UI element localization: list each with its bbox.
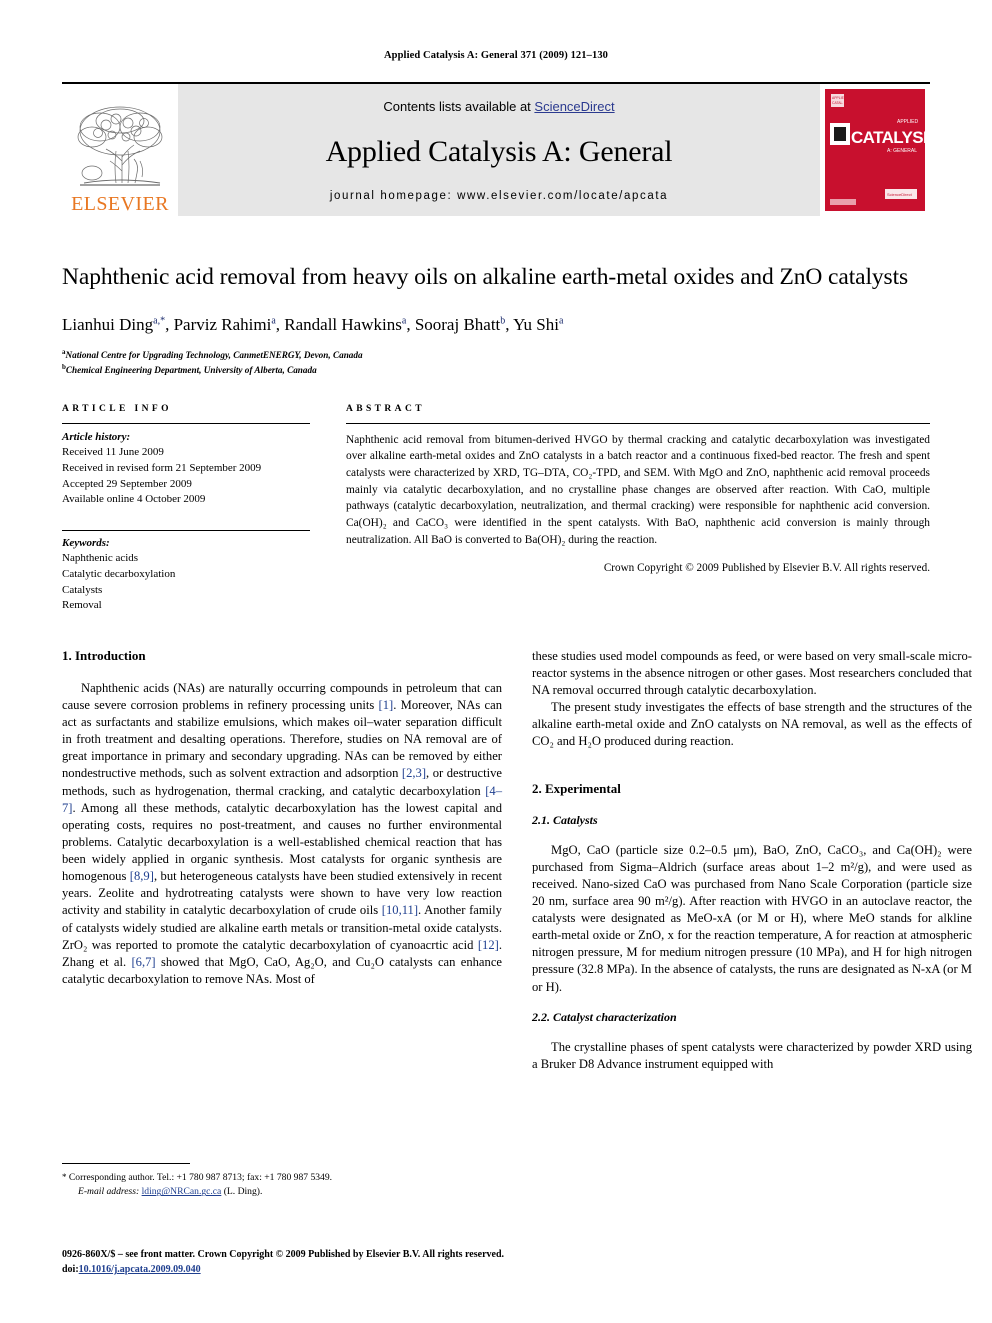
email-address-label: E-mail address: bbox=[78, 1186, 140, 1198]
journal-title: Applied Catalysis A: General bbox=[325, 135, 673, 168]
author-marks: a bbox=[401, 315, 407, 327]
history-item: Accepted 29 September 2009 bbox=[62, 477, 192, 490]
title-block: Naphthenic acid removal from heavy oils … bbox=[62, 262, 930, 378]
keywords-rule bbox=[62, 529, 310, 531]
citation-ref[interactable]: [12] bbox=[478, 938, 499, 952]
doi-line: doi:10.1016/j.apcata.2009.09.040 bbox=[62, 1262, 582, 1277]
svg-text:APPLIED: APPLIED bbox=[897, 119, 919, 125]
citation-ref[interactable]: [10,11] bbox=[382, 903, 418, 917]
author-marks: b bbox=[500, 315, 506, 327]
citation-ref[interactable]: [6,7] bbox=[131, 955, 155, 969]
keyword-item: Removal bbox=[62, 599, 102, 612]
affiliation-list: aNational Centre for Upgrading Technolog… bbox=[62, 347, 930, 378]
citation-ref[interactable]: [2,3] bbox=[402, 766, 426, 780]
paper-page: Applied Catalysis A: General 371 (2009) … bbox=[0, 0, 992, 1323]
section-heading-introduction: 1. Introduction bbox=[62, 647, 146, 663]
article-history-label: Article history: bbox=[62, 430, 131, 443]
corresponding-author-note: * Corresponding author. Tel.: +1 780 987… bbox=[62, 1171, 502, 1185]
intro-paragraph-1: Naphthenic acids (NAs) are naturally occ… bbox=[62, 680, 503, 986]
history-item: Received 11 June 2009 bbox=[62, 446, 164, 459]
article-info-heading: ARTICLE INFO bbox=[62, 403, 172, 414]
info-abstract-block: ARTICLE INFO Article history: Received 1… bbox=[62, 404, 930, 614]
svg-text:CATAL.: CATAL. bbox=[832, 101, 843, 105]
abstract-column: ABSTRACT Naphthenic acid removal from bi… bbox=[346, 404, 930, 614]
journal-cover-image: APPLIED CATAL. CATALYSIS APPLIED A: GENE… bbox=[825, 89, 925, 211]
svg-text:ScienceDirect: ScienceDirect bbox=[887, 192, 913, 197]
journal-masthead: ELSEVIER Contents lists available at Sci… bbox=[62, 82, 930, 216]
svg-text:APPLIED: APPLIED bbox=[832, 96, 847, 100]
keyword-item: Catalysts bbox=[62, 583, 103, 596]
running-head: Applied Catalysis A: General 371 (2009) … bbox=[383, 50, 609, 61]
footnote-star-marker: * bbox=[62, 1172, 67, 1182]
email-suffix: (L. Ding). bbox=[223, 1186, 263, 1198]
issn-copyright-line: 0926-860X/$ – see front matter. Crown Co… bbox=[62, 1249, 505, 1260]
keyword-item: Naphthenic acids bbox=[62, 552, 139, 565]
footnote-rule bbox=[62, 1163, 190, 1164]
body-columns: 1. Introduction Naphthenic acids (NAs) a… bbox=[62, 648, 972, 1118]
author-name: Randall Hawkins bbox=[284, 315, 402, 335]
catalysts-paragraph: MgO, CaO (particle size 0.2–0.5 μm), BaO… bbox=[532, 842, 972, 994]
elsevier-tree-icon bbox=[77, 106, 163, 186]
contents-available-line: Contents lists available at ScienceDirec… bbox=[383, 99, 614, 114]
contents-prefix: Contents lists available at bbox=[383, 99, 535, 114]
author-name: Sooraj Bhatt bbox=[414, 315, 501, 335]
keyword-item: Catalytic decarboxylation bbox=[62, 568, 176, 580]
author-entry: Lianhui Dinga,* bbox=[62, 315, 165, 334]
intro-paragraph-2: The present study investigates the effec… bbox=[532, 700, 972, 749]
citation-ref[interactable]: [8,9] bbox=[130, 869, 154, 883]
journal-homepage-line: journal homepage: www.elsevier.com/locat… bbox=[329, 190, 669, 202]
author-entry: Sooraj Bhattb bbox=[415, 315, 505, 334]
masthead-center: Contents lists available at ScienceDirec… bbox=[178, 84, 820, 216]
affiliation-text: National Centre for Upgrading Technology… bbox=[65, 350, 363, 361]
affiliation-item: bChemical Engineering Department, Univer… bbox=[62, 362, 930, 377]
elsevier-logo: ELSEVIER bbox=[62, 84, 178, 216]
intro-paragraph-1-continued: these studies used model compounds as fe… bbox=[532, 648, 972, 698]
author-name: Lianhui Ding bbox=[62, 315, 154, 335]
author-marks: a bbox=[271, 315, 276, 327]
section-heading-experimental: 2. Experimental bbox=[532, 780, 621, 796]
author-name: Yu Shi bbox=[513, 315, 559, 335]
history-item: Received in revised form 21 September 20… bbox=[62, 461, 262, 474]
author-list: Lianhui Dinga,*, Parviz Rahimia, Randall… bbox=[62, 315, 564, 335]
characterization-paragraph: The crystalline phases of spent catalyst… bbox=[532, 1039, 972, 1071]
citation-ref[interactable]: [1] bbox=[379, 698, 394, 712]
author-marks: a,* bbox=[153, 315, 166, 327]
article-info-column: ARTICLE INFO Article history: Received 1… bbox=[62, 404, 310, 614]
corresponding-author-text: Corresponding author. Tel.: +1 780 987 8… bbox=[68, 1172, 333, 1183]
author-entry: Yu Shia bbox=[513, 315, 563, 334]
body-column-left: 1. Introduction Naphthenic acids (NAs) a… bbox=[62, 648, 502, 1118]
article-title: Naphthenic acid removal from heavy oils … bbox=[62, 264, 909, 290]
svg-text:CATALYSIS: CATALYSIS bbox=[851, 128, 925, 147]
page-footer: 0926-860X/$ – see front matter. Crown Co… bbox=[62, 1247, 582, 1277]
email-note: E-mail address: lding@NRCan.gc.ca (L. Di… bbox=[62, 1185, 502, 1199]
elsevier-wordmark: ELSEVIER bbox=[71, 193, 169, 215]
abstract-text: Naphthenic acid removal from bitumen-der… bbox=[346, 433, 930, 546]
journal-cover-thumbnail: APPLIED CATAL. CATALYSIS APPLIED A: GENE… bbox=[820, 84, 930, 216]
footnote-area: * Corresponding author. Tel.: +1 780 987… bbox=[62, 1163, 502, 1200]
author-entry: Randall Hawkinsa bbox=[284, 315, 406, 334]
abstract-heading: ABSTRACT bbox=[346, 403, 425, 414]
author-name: Parviz Rahimi bbox=[173, 315, 272, 335]
svg-text:A: GENERAL: A: GENERAL bbox=[887, 148, 917, 154]
keywords-group: Keywords: Naphthenic acids Catalytic dec… bbox=[62, 524, 310, 614]
history-item: Available online 4 October 2009 bbox=[62, 493, 206, 506]
article-history-group: Article history: Received 11 June 2009 R… bbox=[62, 424, 310, 508]
affiliation-item: aNational Centre for Upgrading Technolog… bbox=[62, 347, 930, 362]
affiliation-text: Chemical Engineering Department, Univers… bbox=[65, 365, 317, 376]
abstract-copyright: Crown Copyright © 2009 Published by Else… bbox=[603, 562, 930, 575]
subsection-heading-catalysts: 2.1. Catalysts bbox=[532, 812, 598, 827]
doi-label: doi: bbox=[62, 1264, 79, 1275]
author-entry: Parviz Rahimia bbox=[174, 315, 276, 334]
author-marks: a bbox=[558, 315, 564, 327]
doi-link[interactable]: 10.1016/j.apcata.2009.09.040 bbox=[79, 1264, 201, 1275]
sciencedirect-link[interactable]: ScienceDirect bbox=[534, 99, 614, 114]
email-link[interactable]: lding@NRCan.gc.ca bbox=[142, 1186, 222, 1197]
body-column-right: these studies used model compounds as fe… bbox=[532, 648, 972, 1118]
subsection-heading-characterization: 2.2. Catalyst characterization bbox=[532, 1009, 677, 1024]
citation-ref[interactable]: [4–7] bbox=[62, 784, 502, 815]
keywords-label: Keywords: bbox=[62, 536, 110, 549]
